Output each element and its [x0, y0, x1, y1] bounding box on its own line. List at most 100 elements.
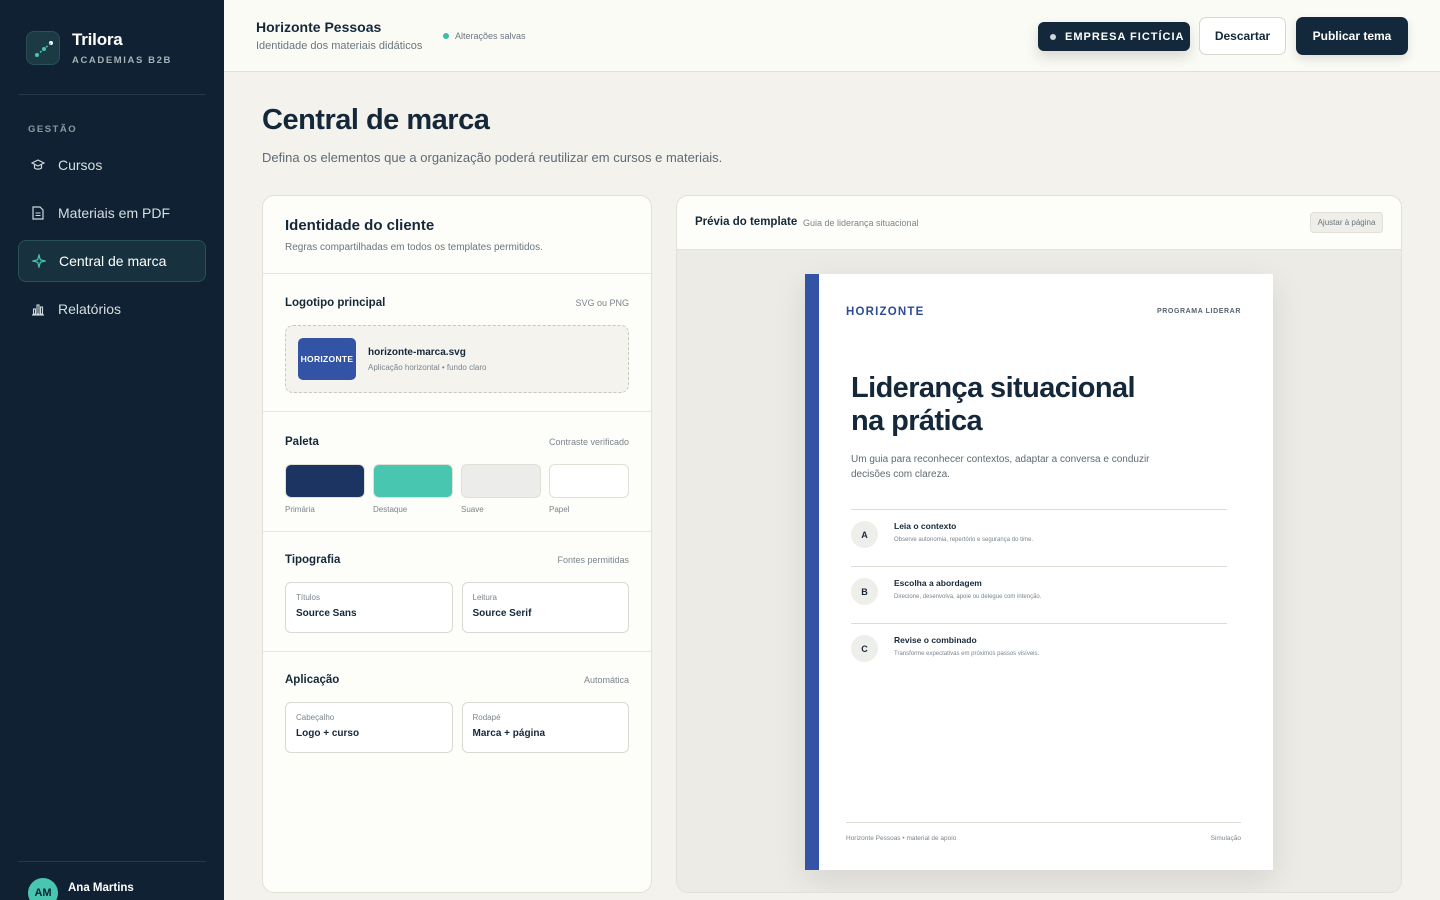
sidebar-item-label: Materiais em PDF	[58, 205, 171, 221]
brand-logo-icon	[26, 31, 60, 65]
field-label: Títulos	[296, 593, 321, 602]
palette-section-title: Paleta	[285, 436, 319, 448]
client-identity-card: Identidade do cliente Regras compartilha…	[262, 195, 652, 893]
avatar: AM	[28, 878, 58, 900]
logo-file-description: Aplicação horizontal • fundo claro	[368, 362, 487, 372]
swatch-soft[interactable]: Suave	[461, 464, 541, 514]
brand-name: Trilora	[72, 30, 123, 49]
footer-application-field[interactable]: Rodapé Marca + página	[461, 702, 629, 753]
publish-theme-button[interactable]: Publicar tema	[1296, 17, 1408, 55]
step-title: Leia o contexto	[894, 521, 957, 531]
sidebar-divider	[18, 861, 206, 862]
document-footer-divider	[846, 822, 1241, 823]
palette-section: Paleta Contraste verificado Primária Des…	[263, 412, 651, 532]
fit-to-page-button[interactable]: Ajustar à página	[1310, 212, 1383, 233]
typography-hint: Fontes permitidas	[557, 555, 629, 565]
page-subtitle: Defina os elementos que a organização po…	[262, 150, 723, 165]
logo-upload-dropzone[interactable]: HORIZONTE horizonte-marca.svg Aplicação …	[285, 325, 629, 393]
swatch-label: Papel	[549, 505, 570, 514]
topbar: Horizonte Pessoas Identidade dos materia…	[224, 0, 1440, 72]
document-steps: A Leia o contexto Observe autonomia, rep…	[851, 509, 1227, 680]
step-title: Revise o combinado	[894, 635, 977, 645]
swatch-label: Primária	[285, 505, 315, 514]
step-description: Observe autonomia, repertório e seguranç…	[894, 537, 1034, 543]
document-title-line: Liderança situacional	[851, 372, 1136, 404]
preview-title: Prévia do template	[695, 216, 798, 228]
logo-file-name: horizonte-marca.svg	[368, 346, 466, 358]
document-program: PROGRAMA LIDERAR	[1156, 308, 1241, 315]
swatch-label: Suave	[461, 505, 484, 514]
document-title-line: na prática	[851, 405, 983, 437]
step-description: Direcione, desenvolva, apoie ou delegue …	[894, 594, 1042, 600]
document-accent-bar	[805, 274, 819, 870]
card-subtitle: Regras compartilhadas em todos os templa…	[285, 242, 543, 253]
step-badge: C	[851, 635, 878, 662]
sidebar-item-label: Central de marca	[59, 253, 167, 269]
swatch-primary[interactable]: Primária	[285, 464, 365, 514]
document-footer-left: Horizonte Pessoas • material de apoio	[846, 835, 957, 842]
preview-subtitle: Guia de liderança situacional	[803, 218, 919, 228]
saved-status-text: Alterações salvas	[455, 31, 526, 41]
swatch-color	[373, 464, 453, 498]
sidebar-item-materiais[interactable]: Materiais em PDF	[18, 192, 206, 234]
field-label: Rodapé	[472, 713, 501, 722]
application-section-title: Aplicação	[285, 674, 340, 686]
document-preview: HORIZONTE PROGRAMA LIDERAR Liderança sit…	[805, 274, 1273, 870]
badge-label: EMPRESA FICTÍCIA	[1065, 30, 1185, 43]
field-label: Leitura	[472, 593, 497, 602]
field-value: Logo + curso	[296, 728, 360, 739]
sidebar-nav: Cursos Materiais em PDF Central de marca…	[18, 144, 206, 336]
swatch-paper[interactable]: Papel	[549, 464, 629, 514]
page-title: Central de marca	[262, 104, 490, 136]
fictional-company-badge[interactable]: EMPRESA FICTÍCIA	[1038, 22, 1190, 51]
status-dot-icon	[443, 33, 449, 39]
field-value: Marca + página	[472, 728, 546, 739]
document-lead: Um guia para reconhecer contextos, adapt…	[851, 454, 1150, 480]
headings-font-field[interactable]: Títulos Source Sans	[285, 582, 453, 633]
sidebar-item-cursos[interactable]: Cursos	[18, 144, 206, 186]
step-title: Escolha a abordagem	[894, 578, 982, 588]
step-badge: B	[851, 578, 878, 605]
user-profile[interactable]: AM Ana Martins	[28, 878, 134, 900]
application-section: Aplicação Automática Cabeçalho Logo + cu…	[263, 652, 651, 792]
palette-swatches: Primária Destaque Suave Papel	[285, 464, 629, 514]
contrast-status: Contraste verificado	[548, 437, 629, 447]
swatch-color	[461, 464, 541, 498]
document-footer-right: Simulação	[1210, 835, 1241, 842]
swatch-label: Destaque	[373, 505, 408, 514]
typography-section-title: Tipografia	[285, 554, 341, 566]
step-description: Transforme expectativas em próximos pass…	[894, 651, 1040, 657]
logo-thumbnail: HORIZONTE	[298, 338, 356, 380]
brand-subtitle: ACADEMIAS B2B	[72, 55, 172, 66]
badge-dot-icon	[1050, 33, 1056, 40]
typography-section: Tipografia Fontes permitidas Títulos Sou…	[263, 532, 651, 652]
field-value: Source Sans	[296, 608, 357, 619]
user-name: Ana Martins	[68, 882, 134, 894]
application-mode: Automática	[583, 675, 629, 685]
header-application-field[interactable]: Cabeçalho Logo + curso	[285, 702, 453, 753]
nav-section-label: GESTÃO	[28, 124, 78, 135]
list-item: B Escolha a abordagem Direcione, desenvo…	[851, 566, 1227, 623]
workspace-title: Horizonte Pessoas	[256, 19, 382, 35]
step-badge: A	[851, 521, 878, 548]
saved-status: Alterações salvas	[443, 31, 526, 41]
sparkle-icon	[31, 253, 47, 269]
logo-format-hint: SVG ou PNG	[575, 298, 629, 308]
document-logo: HORIZONTE	[846, 306, 925, 318]
bar-chart-icon	[30, 301, 46, 317]
sidebar: Trilora ACADEMIAS B2B GESTÃO Cursos Mate…	[0, 0, 224, 900]
graduation-cap-icon	[30, 157, 46, 173]
logo-section: Logotipo principal SVG ou PNG HORIZONTE …	[263, 274, 651, 412]
card-header: Identidade do cliente Regras compartilha…	[263, 196, 651, 274]
body-font-field[interactable]: Leitura Source Serif	[461, 582, 629, 633]
template-preview-panel: Prévia do template Guia de liderança sit…	[676, 195, 1402, 893]
preview-header: Prévia do template Guia de liderança sit…	[677, 196, 1401, 250]
list-item: A Leia o contexto Observe autonomia, rep…	[851, 509, 1227, 566]
sidebar-item-label: Relatórios	[58, 301, 122, 317]
sidebar-item-relatorios[interactable]: Relatórios	[18, 288, 206, 330]
brand[interactable]: Trilora ACADEMIAS B2B	[26, 30, 172, 66]
discard-button[interactable]: Descartar	[1199, 17, 1286, 55]
sidebar-divider	[18, 94, 206, 95]
sidebar-item-central-de-marca[interactable]: Central de marca	[18, 240, 206, 282]
swatch-accent[interactable]: Destaque	[373, 464, 453, 514]
